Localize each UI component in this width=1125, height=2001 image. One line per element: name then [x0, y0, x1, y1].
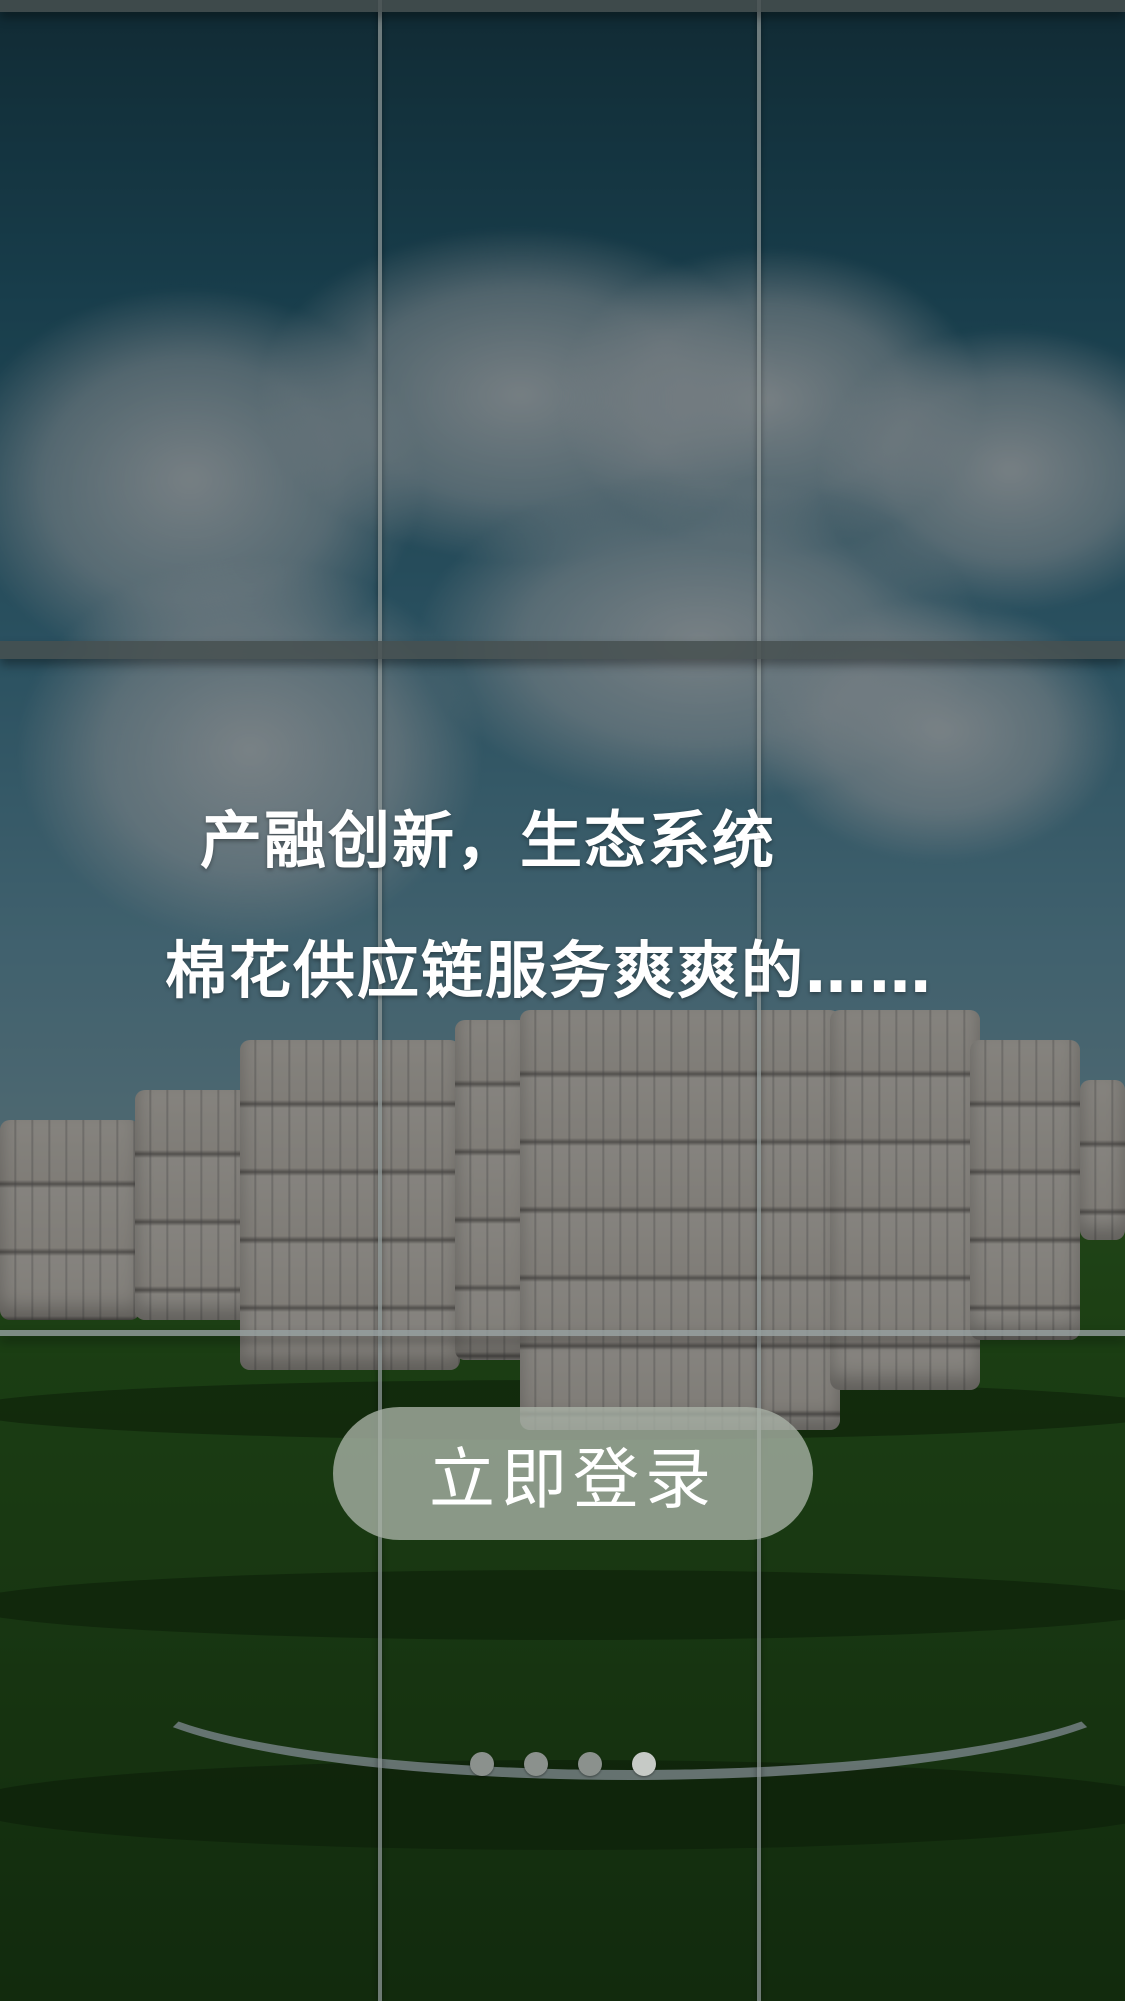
page-dot-2[interactable] — [524, 1752, 548, 1776]
slogan-line-2: 棉花供应链服务爽爽的…… — [165, 934, 934, 1007]
login-button[interactable]: 立即登录 — [333, 1407, 813, 1540]
grid-line — [0, 0, 1125, 12]
grid-line — [0, 1330, 1125, 1336]
page-dot-3[interactable] — [578, 1752, 602, 1776]
page-dot-1[interactable] — [470, 1752, 494, 1776]
grid-line — [0, 641, 1125, 659]
page-indicator — [470, 1752, 656, 1776]
slogan-line-1: 产融创新，生态系统 — [200, 804, 777, 877]
page-dot-4-active[interactable] — [632, 1752, 656, 1776]
